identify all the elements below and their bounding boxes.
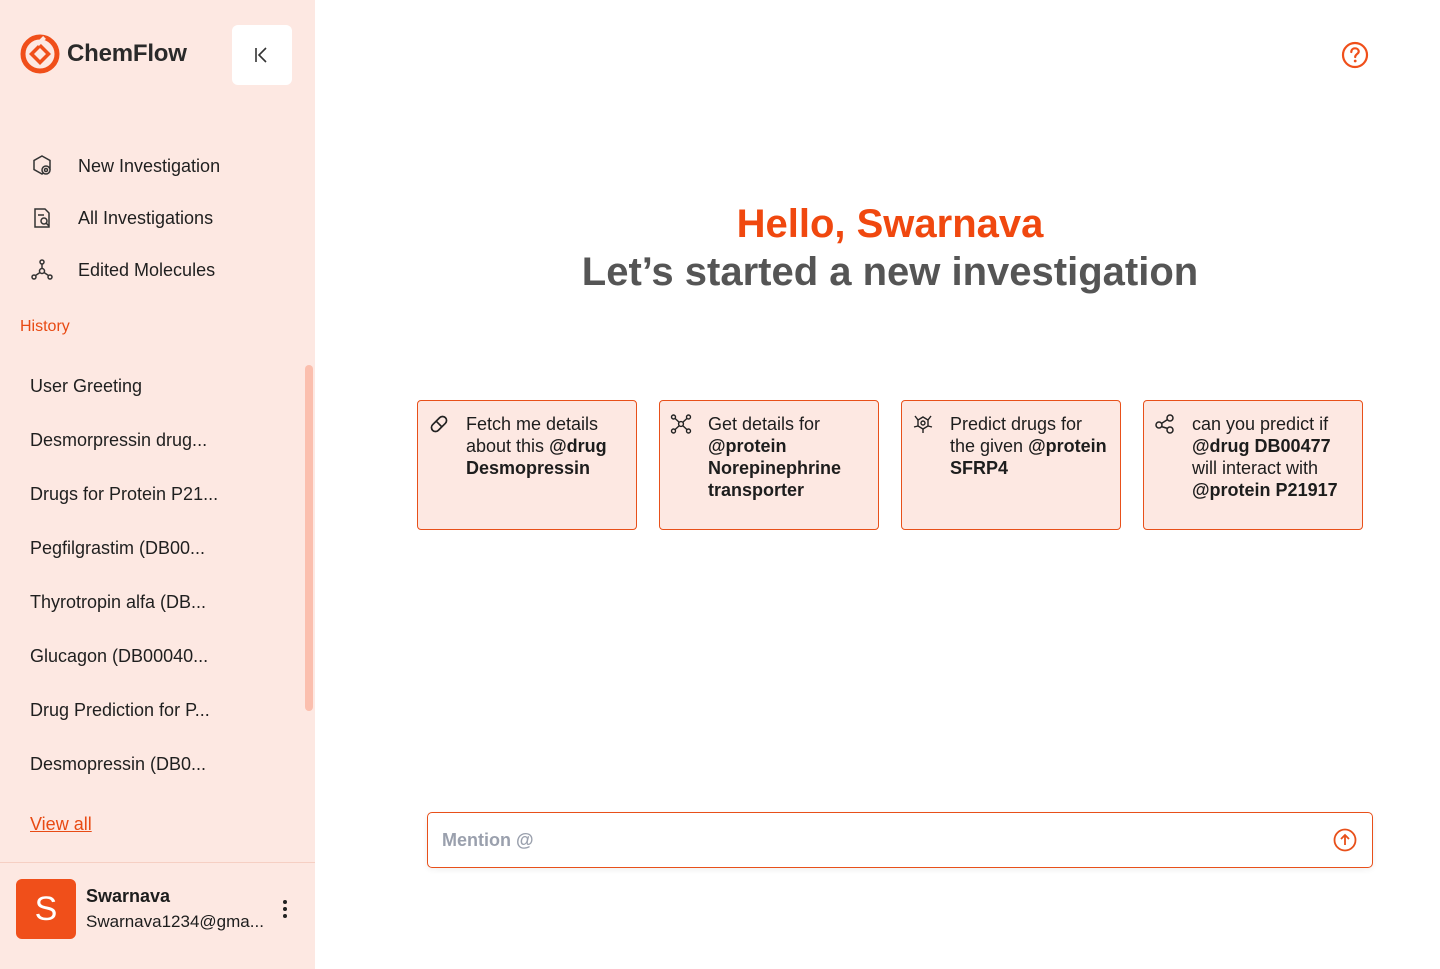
user-name: Swarnava <box>86 886 171 906</box>
suggestion-text: Predict drugs for the given @protein SFR… <box>950 413 1110 529</box>
history-heading: History <box>20 318 70 335</box>
history-item[interactable]: User Greeting <box>30 359 290 413</box>
suggestion-card[interactable]: Predict drugs for the given @protein SFR… <box>901 400 1121 530</box>
history-item[interactable]: Glucagon (DB00040... <box>30 629 290 683</box>
collapse-sidebar-button[interactable] <box>232 25 292 85</box>
history-list: User Greeting Desmorpressin drug... Drug… <box>30 359 290 791</box>
suggestion-card[interactable]: can you predict if @drug DB00477 will in… <box>1143 400 1363 530</box>
history-item[interactable]: Drug Prediction for P... <box>30 683 290 737</box>
card-text: Get details for <box>708 414 821 434</box>
nav-label: New Investigation <box>78 155 221 176</box>
history-item[interactable]: Desmopressin (DB0... <box>30 737 290 791</box>
user-email: Swarnava1234@gma... <box>86 912 264 931</box>
card-mention: @drug DB00477 <box>1192 436 1331 456</box>
user-info: Swarnava Swarnava1234@gma... <box>86 886 264 932</box>
chemflow-logo-icon <box>20 34 60 74</box>
nav-label: All Investigations <box>78 207 214 228</box>
card-text: will interact with <box>1192 458 1319 478</box>
mention-input[interactable] <box>442 829 1332 851</box>
flask-gear-icon <box>30 154 54 178</box>
molecule-icon <box>30 258 54 282</box>
user-profile[interactable]: S Swarnava Swarnava1234@gma... <box>16 879 264 939</box>
share-nodes-icon <box>1155 414 1174 434</box>
card-text: can you predict if <box>1192 414 1329 434</box>
app-root: ChemFlow New Investigation All Investiga… <box>0 0 1440 969</box>
history-item[interactable]: Pegfilgrastim (DB00... <box>30 521 290 575</box>
brand[interactable]: ChemFlow <box>20 34 187 74</box>
card-mention: @protein P21917 <box>1192 480 1338 500</box>
history-item[interactable]: Drugs for Protein P21... <box>30 467 290 521</box>
nav-label: Edited Molecules <box>78 259 216 280</box>
suggestion-text: Get details for @protein Norepinephrine … <box>708 413 868 529</box>
suggestion-text: Fetch me details about this @drug Desmop… <box>466 413 626 529</box>
collapse-left-icon <box>255 47 267 63</box>
nav-edited-molecules[interactable]: Edited Molecules <box>30 244 300 296</box>
avatar: S <box>16 879 76 939</box>
suggestion-card[interactable]: Fetch me details about this @drug Desmop… <box>417 400 637 530</box>
chat-input-box <box>427 812 1373 868</box>
suggestion-card[interactable]: Get details for @protein Norepinephrine … <box>659 400 879 530</box>
help-icon[interactable] <box>1341 41 1369 69</box>
nav-all-investigations[interactable]: All Investigations <box>30 192 300 244</box>
history-item[interactable]: Thyrotropin alfa (DB... <box>30 575 290 629</box>
greeting-hello: Hello, Swarnava <box>736 202 1044 246</box>
brand-name: ChemFlow <box>67 40 187 67</box>
more-vertical-icon <box>283 900 287 918</box>
pill-icon <box>430 415 448 433</box>
send-arrow-up-icon[interactable] <box>1332 827 1358 853</box>
suggestion-cards: Fetch me details about this @drug Desmop… <box>417 400 1385 530</box>
sidebar: ChemFlow New Investigation All Investiga… <box>0 0 315 969</box>
main-nav: New Investigation All Investigations Edi… <box>30 140 300 296</box>
network-icon <box>670 414 692 434</box>
history-scrollbar[interactable] <box>305 365 313 711</box>
nav-new-investigation[interactable]: New Investigation <box>30 140 300 192</box>
divider <box>0 862 315 863</box>
suggestion-text: can you predict if @drug DB00477 will in… <box>1192 413 1352 529</box>
biohazard-molecule-icon <box>913 415 933 433</box>
greeting: Hello, Swarnava Let’s started a new inve… <box>315 200 1440 296</box>
greeting-subtitle: Let’s started a new investigation <box>581 250 1199 294</box>
document-search-icon <box>30 206 54 230</box>
history-item[interactable]: Desmorpressin drug... <box>30 413 290 467</box>
card-mention: @protein Norepinephrine transporter <box>708 436 842 500</box>
user-menu-button[interactable] <box>274 896 296 922</box>
view-all-link[interactable]: View all <box>30 814 92 835</box>
